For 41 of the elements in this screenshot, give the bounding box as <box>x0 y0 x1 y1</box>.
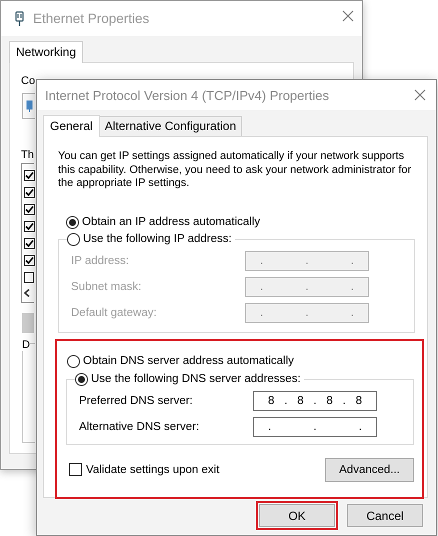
ok-button[interactable]: OK <box>259 504 335 527</box>
window-title: Ethernet Properties <box>33 11 150 26</box>
checkbox[interactable] <box>24 187 35 198</box>
tab[interactable]: General <box>43 115 100 137</box>
checkbox-label[interactable]: Validate settings upon exit <box>86 464 220 476</box>
label-text: Th <box>21 149 34 161</box>
field-label: Alternative DNS server: <box>79 420 200 432</box>
window-title: Internet Protocol Version 4 (TCP/IPv4) Properties <box>45 88 329 102</box>
radio-button[interactable] <box>75 372 88 386</box>
cancel-button[interactable]: Cancel <box>347 504 423 527</box>
scroll-left-icon[interactable] <box>24 289 30 297</box>
tab[interactable]: Alternative Configuration <box>98 116 242 136</box>
radio-button[interactable] <box>67 232 80 246</box>
radio-label[interactable]: Use the following IP address: <box>83 233 232 245</box>
group-label: D <box>22 339 30 351</box>
tab[interactable]: Networking <box>9 41 84 63</box>
checkbox[interactable] <box>24 272 34 283</box>
checkbox[interactable] <box>24 238 35 249</box>
field-label: Preferred DNS server: <box>79 394 194 406</box>
field-label: Default gateway: <box>71 306 158 318</box>
checkbox[interactable] <box>24 255 35 266</box>
checkbox[interactable] <box>24 204 35 215</box>
close-icon[interactable] <box>414 89 426 101</box>
ip-address-field[interactable]: . . . <box>253 416 377 436</box>
radio-button[interactable] <box>66 216 79 228</box>
checkbox[interactable] <box>24 170 35 181</box>
radio-label[interactable]: Obtain an IP address automatically <box>82 216 260 228</box>
ip-address-field[interactable]: 8 . 8 . 8 . 8 <box>253 390 377 410</box>
label-text: Co <box>21 75 36 87</box>
close-icon[interactable] <box>342 10 354 22</box>
checkbox[interactable] <box>24 221 35 232</box>
network-adapter-icon <box>26 100 32 112</box>
description-text: You can get IP settings assigned automatically if your network supports this capability. Otherwise, you need to ask your network administrator for the appropriate IP settings. <box>58 150 412 190</box>
checkbox[interactable] <box>69 463 82 476</box>
advanced-button[interactable]: Advanced... <box>325 458 414 482</box>
plug-icon <box>15 10 24 26</box>
radio-label[interactable]: Obtain DNS server address automatically <box>83 355 294 367</box>
field-label: Subnet mask: <box>71 280 142 292</box>
field-label: IP address: <box>71 254 130 266</box>
radio-label[interactable]: Use the following DNS server addresses: <box>91 373 301 385</box>
radio-button[interactable] <box>67 354 80 368</box>
